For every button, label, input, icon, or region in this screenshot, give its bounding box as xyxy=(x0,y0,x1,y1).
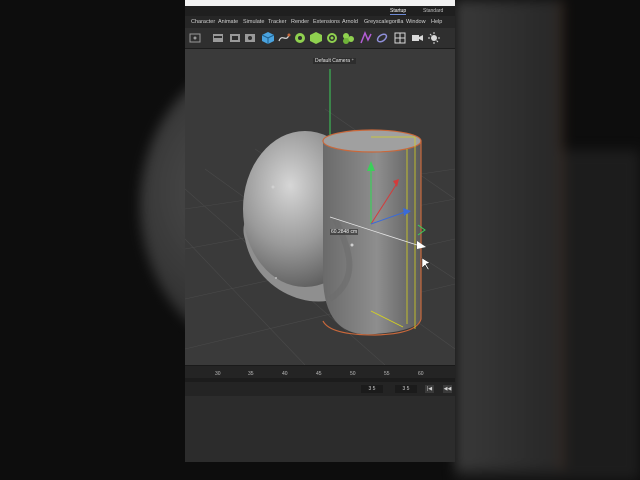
menu-item-animate[interactable]: Animate xyxy=(218,19,238,25)
go-to-start-icon[interactable]: |◀ xyxy=(425,385,434,393)
layout-tab-standard[interactable]: Standard xyxy=(423,8,443,14)
default-camera-label[interactable]: Default Camera ⁺ xyxy=(313,58,357,64)
attribute-panel xyxy=(185,396,455,462)
layout-switcher: Startup Standard xyxy=(185,6,455,16)
current-frame-field[interactable]: 3 5 xyxy=(361,385,383,393)
light-icon[interactable] xyxy=(427,31,441,45)
menu-item-arnold[interactable]: Arnold xyxy=(342,19,358,25)
generator-cube-icon[interactable] xyxy=(309,31,323,45)
toolbar xyxy=(185,28,455,49)
point-marker xyxy=(350,243,354,247)
timeline-tick: 55 xyxy=(384,371,390,377)
render-region-icon[interactable] xyxy=(188,31,202,45)
menu-item-tracker[interactable]: Tracker xyxy=(268,19,286,25)
layout-tab-startup[interactable]: Startup xyxy=(390,8,407,15)
deformer-icon[interactable] xyxy=(325,31,339,45)
point-marker xyxy=(275,277,277,279)
timeline-tick: 40 xyxy=(282,371,288,377)
menu-item-extensions[interactable]: Extensions xyxy=(313,19,340,25)
menu-item-render[interactable]: Render xyxy=(291,19,309,25)
render-picture-viewer-icon[interactable] xyxy=(228,31,242,45)
scene-ring-icon[interactable] xyxy=(375,31,389,45)
render-view-icon[interactable] xyxy=(211,31,225,45)
menu-item-help[interactable]: Help xyxy=(431,19,442,25)
menu-bar: Character Animate Simulate Tracker Rende… xyxy=(185,16,455,28)
cinema4d-window: Startup Standard Character Animate Simul… xyxy=(185,0,455,462)
field-icon[interactable] xyxy=(359,31,373,45)
menu-item-window[interactable]: Window xyxy=(406,19,426,25)
3d-viewport[interactable]: Default Camera ⁺ 60.2848 cm xyxy=(185,49,455,365)
spline-pen-icon[interactable] xyxy=(277,31,291,45)
menu-item-simulate[interactable]: Simulate xyxy=(243,19,264,25)
step-back-icon[interactable]: ◀◀ xyxy=(443,385,452,393)
menu-item-character[interactable]: Character xyxy=(191,19,215,25)
grid-layout-icon[interactable] xyxy=(393,31,407,45)
viewport-scene xyxy=(185,69,455,365)
cloner-icon[interactable] xyxy=(341,31,355,45)
measure-readout: 60.2848 cm xyxy=(330,229,359,235)
timeline-tick: 45 xyxy=(316,371,322,377)
menu-item-greyscalegorilla[interactable]: Greyscalegorilla xyxy=(364,19,403,25)
end-frame-field[interactable]: 3 5 xyxy=(395,385,417,393)
timeline-tick: 60 xyxy=(418,371,424,377)
timeline-ruler[interactable] xyxy=(185,378,455,382)
cube-icon[interactable] xyxy=(261,31,275,45)
render-settings-icon[interactable] xyxy=(243,31,257,45)
subdivision-icon[interactable] xyxy=(293,31,307,45)
background-cylinder xyxy=(455,0,562,470)
timeline-tick: 35 xyxy=(248,371,254,377)
point-marker xyxy=(271,185,275,189)
background-grid xyxy=(455,150,640,480)
timeline-tick: 50 xyxy=(350,371,356,377)
timeline-tick: 30 xyxy=(215,371,221,377)
timeline[interactable]: 30 35 40 45 50 55 60 3 5 3 5 |◀ ◀◀ xyxy=(185,365,455,396)
camera-icon[interactable] xyxy=(410,31,424,45)
